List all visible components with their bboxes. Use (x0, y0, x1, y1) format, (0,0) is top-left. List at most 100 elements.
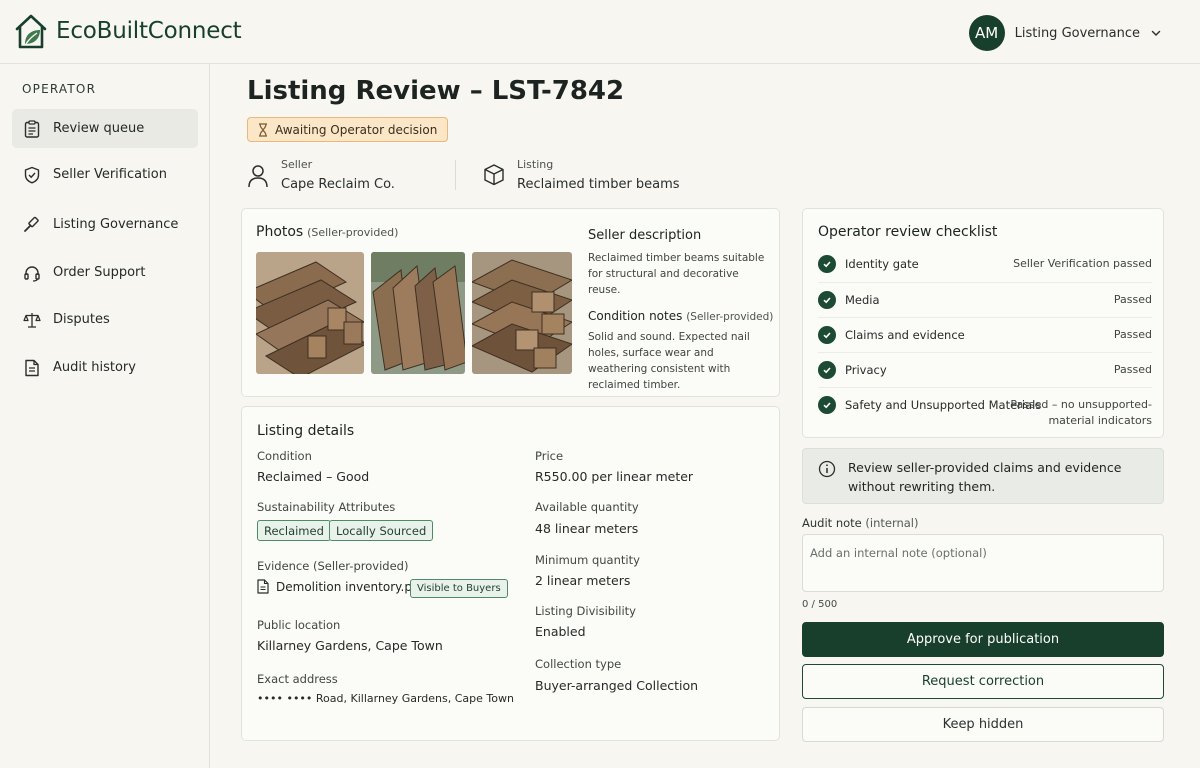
checklist-item-name: Identity gate (845, 257, 919, 271)
seller-description-title: Seller description (588, 228, 702, 243)
character-counter: 0 / 500 (802, 599, 838, 610)
checklist-item-status: Passed (1113, 363, 1152, 376)
photo-thumbnail-1[interactable] (256, 252, 364, 374)
audit-note-label-text: Audit note (802, 516, 862, 530)
sidebar-item-audit-history[interactable]: Audit history (12, 348, 198, 387)
sidebar-item-review-queue[interactable]: Review queue (12, 109, 198, 148)
evidence-file-name[interactable]: Demolition inventory.pdf (276, 580, 424, 594)
keep-hidden-button[interactable]: Keep hidden (802, 707, 1164, 742)
divider (818, 317, 1152, 318)
page-title: Listing Review – LST-7842 (247, 76, 625, 106)
minimum-quantity-label: Minimum quantity (535, 553, 640, 567)
checklist-item-status: Passed (1113, 328, 1152, 341)
info-icon (818, 460, 836, 478)
divider (818, 387, 1152, 388)
seller-value: Cape Reclaim Co. (281, 177, 395, 192)
user-icon (247, 164, 269, 192)
checklist-item-claims: Claims and evidence Passed (818, 326, 1152, 344)
divider (818, 352, 1152, 353)
checklist-item-name: Media (845, 293, 880, 307)
exact-address-label: Exact address (257, 672, 338, 686)
chevron-down-icon[interactable] (1150, 27, 1162, 39)
user-menu[interactable]: AM Listing Governance (968, 15, 1162, 51)
info-callout: Review seller-provided claims and eviden… (802, 448, 1164, 504)
sidebar: OPERATOR Review queue Seller Verificatio… (0, 64, 210, 768)
listing-details-card: Listing details Condition Reclaimed – Go… (241, 406, 780, 741)
audit-note-label: Audit note (internal) (802, 516, 919, 530)
listing-label: Listing (517, 158, 554, 171)
collection-type-value: Buyer-arranged Collection (535, 678, 699, 693)
seller-meta: Seller Cape Reclaim Co. (247, 158, 395, 192)
hourglass-icon (257, 122, 269, 137)
status-badge-text: Awaiting Operator decision (275, 122, 438, 137)
user-menu-label[interactable]: Listing Governance (1015, 26, 1140, 41)
check-circle-icon (818, 361, 836, 379)
check-circle-icon (818, 291, 836, 309)
sidebar-item-seller-verification[interactable]: Seller Verification (12, 155, 198, 194)
checklist-item-status: Seller Verification passed (1013, 257, 1152, 270)
divider (455, 160, 456, 190)
collection-type-label: Collection type (535, 657, 622, 671)
clipboard-icon (23, 119, 41, 138)
public-location-label: Public location (257, 618, 341, 632)
top-header: EcoBuiltConnect AM Listing Governance (0, 0, 1200, 64)
photos-title: Photos (256, 224, 304, 240)
condition-notes-title: Condition notes (588, 309, 683, 323)
file-icon (257, 579, 269, 594)
photos-card: Photos (Seller-provided) Seller descript… (241, 208, 780, 397)
approve-button[interactable]: Approve for publication (802, 622, 1164, 657)
review-checklist-card: Operator review checklist Identity gate … (802, 208, 1164, 438)
scales-icon (23, 311, 41, 329)
divisibility-label: Listing Divisibility (535, 604, 636, 618)
photos-subtitle: (Seller-provided) (307, 226, 399, 239)
audit-note-input[interactable] (802, 534, 1164, 592)
headset-icon (23, 264, 41, 282)
box-icon (483, 163, 505, 192)
minimum-quantity-value: 2 linear meters (535, 573, 631, 588)
sidebar-item-label: Disputes (53, 312, 110, 327)
photo-thumbnail-3[interactable] (472, 252, 572, 374)
condition-value: Reclaimed – Good (257, 469, 370, 484)
sidebar-item-order-support[interactable]: Order Support (12, 253, 198, 292)
check-circle-icon (818, 326, 836, 344)
visible-to-buyers-badge: Visible to Buyers (410, 579, 508, 598)
avatar[interactable]: AM (968, 15, 1005, 51)
house-leaf-icon (14, 12, 48, 50)
gavel-icon (23, 216, 41, 234)
exact-address-value: •••• •••• Road, Killarney Gardens, Cape … (257, 692, 514, 705)
seller-label: Seller (281, 158, 313, 171)
available-quantity-label: Available quantity (535, 500, 639, 514)
photo-thumbnail-2[interactable] (371, 252, 465, 374)
check-circle-icon (818, 396, 836, 414)
sidebar-item-label: Review queue (53, 121, 145, 136)
available-quantity-value: 48 linear meters (535, 521, 639, 536)
checklist-status-line: material indicators (1048, 414, 1152, 427)
price-value: R550.00 per linear meter (535, 469, 694, 484)
tag-reclaimed: Reclaimed (257, 520, 331, 541)
checklist-item-status: Passed (1113, 293, 1152, 306)
checklist-item-status: Passed – no unsupported- material indica… (1010, 397, 1152, 429)
condition-notes-text: Solid and sound. Expected nail holes, su… (588, 331, 750, 391)
app-logo[interactable]: EcoBuiltConnect (14, 12, 242, 50)
checklist-item-name: Privacy (845, 363, 887, 377)
tag-locally-sourced: Locally Sourced (329, 520, 434, 541)
evidence-file-link[interactable]: Demolition inventory.pdf (257, 579, 424, 594)
sidebar-item-disputes[interactable]: Disputes (12, 300, 198, 339)
request-correction-button[interactable]: Request correction (802, 664, 1164, 699)
checklist-item-privacy: Privacy Passed (818, 361, 1152, 379)
app-name: EcoBuiltConnect (56, 18, 242, 44)
divider (818, 282, 1152, 283)
listing-details-title: Listing details (257, 423, 355, 439)
shield-check-icon (23, 166, 41, 184)
price-label: Price (535, 449, 564, 463)
public-location-value: Killarney Gardens, Cape Town (257, 638, 443, 653)
condition-notes-subtitle: (Seller-provided) (686, 311, 774, 323)
audit-note-label-sub: (internal) (865, 516, 919, 530)
sidebar-section-title: OPERATOR (22, 82, 97, 96)
sidebar-item-listing-governance[interactable]: Listing Governance (12, 205, 198, 244)
checklist-title: Operator review checklist (818, 224, 998, 240)
sidebar-item-label: Seller Verification (53, 167, 167, 182)
divisibility-value: Enabled (535, 624, 586, 639)
sidebar-item-label: Listing Governance (53, 217, 179, 232)
document-icon (23, 359, 41, 377)
